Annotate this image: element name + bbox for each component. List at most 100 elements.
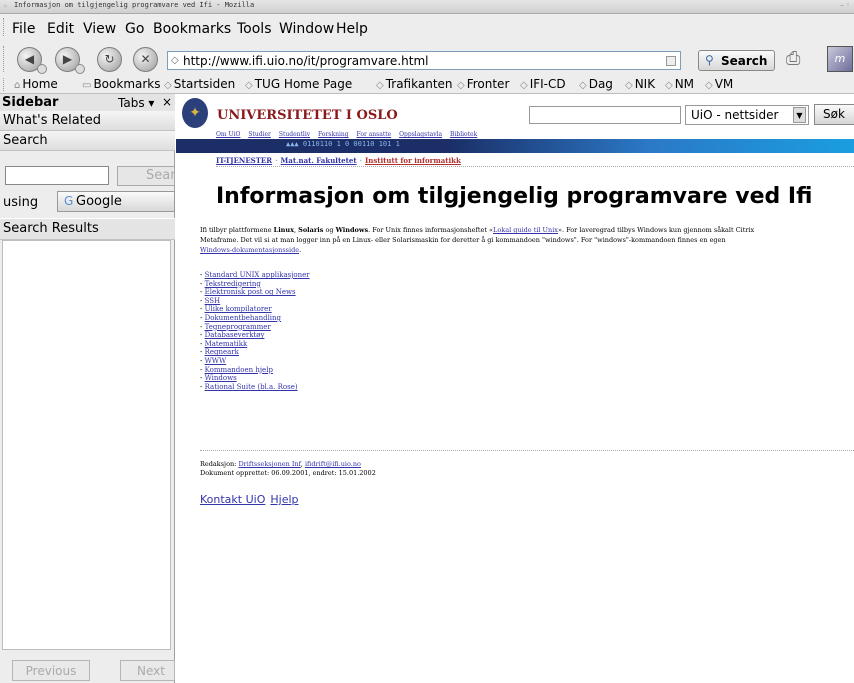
uio-link-oppslagstavla[interactable]: Oppslagstavla — [399, 131, 442, 138]
breadcrumb-it-tjenester[interactable]: IT-TJENESTER — [216, 156, 272, 165]
stop-button[interactable]: ✕ — [133, 47, 158, 72]
uio-link-studier[interactable]: Studier — [248, 131, 271, 138]
uio-link-forskning[interactable]: Forskning — [318, 131, 349, 138]
menu-edit[interactable]: Edit — [47, 21, 74, 37]
forward-dropdown-icon[interactable] — [75, 64, 85, 74]
sidebar-close-button[interactable]: × — [162, 95, 172, 109]
topic-link[interactable]: Kommandoen hjelp — [205, 366, 273, 374]
bookmark-vm[interactable]: ◇ VM — [705, 77, 733, 91]
list-item: - Dokumentbehandling — [200, 313, 282, 322]
sidebar-search-input[interactable] — [5, 166, 109, 185]
topic-link[interactable]: Tekstredigering — [205, 280, 261, 288]
url-history-icon[interactable] — [666, 56, 676, 66]
panel-label: Search Results — [3, 221, 99, 236]
uio-search-button[interactable]: Søk — [814, 104, 854, 125]
uio-link-for-ansatte[interactable]: For ansatte — [357, 131, 392, 138]
reload-button[interactable]: ↻ — [97, 47, 122, 72]
bookmark-nm[interactable]: ◇ NM — [665, 77, 694, 91]
topic-link[interactable]: Regneark — [205, 348, 239, 356]
topic-link[interactable]: Standard UNIX applikasjoner — [205, 271, 310, 279]
topic-link[interactable]: Matematikk — [205, 340, 248, 348]
hjelp-link[interactable]: Hjelp — [270, 493, 298, 506]
bookmark-home[interactable]: ⌂ Home — [14, 77, 58, 91]
windows-doc-link[interactable]: Windows-dokumentasjonsside — [200, 246, 299, 254]
bookmark-nik[interactable]: ◇ NIK — [625, 77, 655, 91]
topic-link[interactable]: Rational Suite (bl.a. Rose) — [205, 383, 298, 391]
sidebar-panel-search-results[interactable]: Search Results — [0, 218, 175, 240]
back-button[interactable]: ◀ — [17, 47, 47, 74]
menu-bookmarks[interactable]: Bookmarks — [153, 21, 231, 37]
uio-search-input[interactable] — [529, 106, 681, 124]
search-results-list[interactable] — [2, 240, 171, 650]
page-title: Informasjon om tilgjengelig programvare … — [216, 184, 813, 209]
uio-nav-links: Om UiO Studier Studentliv Forskning For … — [216, 131, 483, 138]
topic-link[interactable]: Ulike kompilatorer — [205, 305, 272, 313]
sidebar-search-button[interactable]: Search — [117, 166, 175, 186]
topic-link[interactable]: Dokumentbehandling — [205, 314, 281, 322]
kontakt-uio-link[interactable]: Kontakt UiO — [200, 493, 265, 506]
bookmark-trafikanten[interactable]: ◇ Trafikanten — [376, 77, 453, 91]
topic-link[interactable]: WWW — [205, 357, 227, 365]
uio-seal-logo[interactable]: ✦ — [182, 98, 208, 128]
uio-name[interactable]: UNIVERSITETET I OSLO — [217, 108, 398, 123]
next-button[interactable]: Next — [120, 660, 175, 681]
url-field[interactable]: http://www.ifi.uio.no/it/programvare.htm… — [183, 54, 428, 68]
menu-view[interactable]: View — [83, 21, 116, 37]
previous-button[interactable]: Previous — [12, 660, 90, 681]
web-content: ✦ UNIVERSITETET I OSLO UiO - nettsider ▼… — [176, 94, 854, 683]
topic-link[interactable]: Databaseverktøy — [205, 331, 265, 339]
bookmark-startsiden[interactable]: ◇ Startsiden — [164, 77, 235, 91]
document-dates: Dokument opprettet: 06.09.2001, endret: … — [200, 469, 376, 477]
list-item: - Windows — [200, 374, 237, 383]
email-link[interactable]: ifidrift@ifi.uio.no — [305, 460, 361, 468]
uio-link-bibliotek[interactable]: Bibliotek — [450, 131, 477, 138]
breadcrumb-ifi[interactable]: Institutt for informatikk — [365, 156, 461, 165]
forward-button[interactable]: ▶ — [55, 47, 85, 74]
toolbar-grip[interactable] — [3, 18, 8, 36]
topic-link[interactable]: Elektronisk post og News — [205, 288, 296, 296]
search-engine-select[interactable]: G Google — [57, 191, 175, 212]
uio-link-studentliv[interactable]: Studentliv — [279, 131, 310, 138]
driftsseksjonen-link[interactable]: Driftsseksjonen Inf — [238, 460, 300, 468]
throbber-logo[interactable]: m — [827, 46, 853, 72]
lokal-guide-link[interactable]: Lokal guide til Unix — [493, 226, 558, 234]
bookmark-icon: ◇ — [625, 80, 633, 91]
topic-link[interactable]: Tegneprogrammer — [205, 323, 271, 331]
list-item: - Ulike kompilatorer — [200, 305, 272, 314]
search-button[interactable]: ⚲ Search — [698, 50, 775, 71]
list-item: - Kommandoen hjelp — [200, 365, 273, 374]
topic-link[interactable]: Windows — [205, 374, 237, 382]
bookmark-bookmarks[interactable]: ▭ Bookmarks — [82, 77, 161, 91]
uio-link-om-uio[interactable]: Om UiO — [216, 131, 240, 138]
menu-window[interactable]: Window — [279, 21, 334, 37]
menu-help[interactable]: Help — [336, 21, 368, 37]
toolbar-grip[interactable] — [3, 78, 8, 91]
sidebar-tabs-button[interactable]: Tabs ▾ — [118, 96, 154, 110]
sidebar-tabs-label: Tabs — [118, 96, 145, 110]
menu-go[interactable]: Go — [125, 21, 144, 37]
bookmark-fronter[interactable]: ◇ Fronter — [457, 77, 509, 91]
uio-search-scope-value: UiO - nettsider — [691, 108, 779, 122]
url-bar[interactable]: ◇ http://www.ifi.uio.no/it/programvare.h… — [167, 51, 681, 70]
back-dropdown-icon[interactable] — [37, 64, 47, 74]
bookmark-ifi-cd[interactable]: ◇ IFI-CD — [520, 77, 566, 91]
print-button[interactable]: ⎙ — [786, 48, 812, 70]
bookmark-tug[interactable]: ◇ TUG Home Page — [245, 77, 352, 91]
intro-paragraph: Ifi tilbyr plattformene Linux, Solaris o… — [200, 225, 854, 255]
breadcrumb-matnat[interactable]: Mat.nat. Fakultetet — [281, 156, 357, 165]
topic-link[interactable]: SSH — [205, 297, 221, 305]
bookmark-dag[interactable]: ◇ Dag — [579, 77, 613, 91]
menu-tools[interactable]: Tools — [237, 21, 272, 37]
intro-text: . For Unix finnes informasjonsheftet « — [368, 226, 494, 234]
toolbar-grip[interactable] — [3, 46, 8, 72]
dropdown-arrow-icon[interactable]: ▼ — [793, 107, 806, 123]
sidebar-title: Sidebar — [2, 95, 59, 110]
navigation-toolbar: ◀ ▶ ↻ ✕ ◇ http://www.ifi.uio.no/it/progr… — [0, 40, 854, 76]
menu-file[interactable]: File — [12, 21, 35, 37]
list-item: - Tekstredigering — [200, 279, 261, 288]
sidebar-panel-whats-related[interactable]: What's Related — [0, 111, 175, 131]
forward-arrow-icon: ▶ — [62, 52, 73, 66]
sidebar-panel-search[interactable]: Search — [0, 131, 175, 151]
window-controls[interactable]: – ◦ — [840, 1, 850, 9]
uio-search-scope-select[interactable]: UiO - nettsider ▼ — [685, 105, 809, 125]
